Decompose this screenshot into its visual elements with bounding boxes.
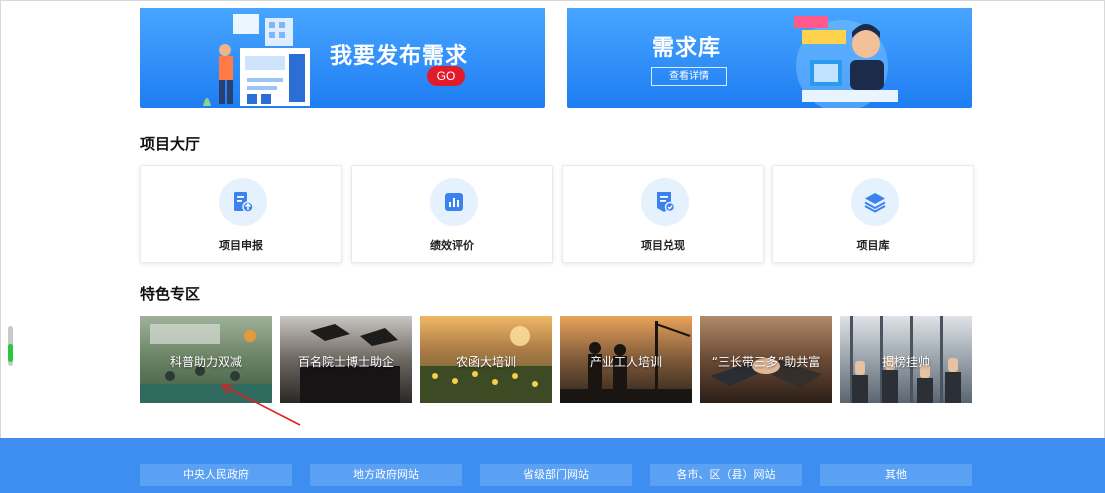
red-annotation-strokes [118, 0, 838, 4]
view-details-button[interactable]: 查看详情 [651, 67, 727, 86]
featured-zone-title: 特色专区 [140, 285, 201, 303]
featured-tile-academicians[interactable]: 百名院士博士助企 [280, 316, 412, 403]
publish-demand-banner[interactable]: 我要发布需求 GO [140, 8, 545, 108]
featured-tile-open-competition[interactable]: 揭榜挂帅 [840, 316, 972, 403]
featured-tile-common-prosperity[interactable]: “三长带三多”助共富 [700, 316, 832, 403]
footer-link-city-district[interactable]: 各市、区（县）网站 [650, 464, 802, 486]
footer-link-central-gov[interactable]: 中央人民政府 [140, 464, 292, 486]
featured-tile-workers[interactable]: 产业工人培训 [560, 316, 692, 403]
featured-tile-farming[interactable]: 农函大培训 [420, 316, 552, 403]
project-library-card[interactable]: 项目库 [772, 165, 974, 263]
featured-tile-label: 科普助力双减 [169, 355, 242, 369]
featured-tile-label: 百名院士博士助企 [297, 355, 394, 369]
bar-chart-icon [445, 193, 463, 211]
demand-library-banner[interactable]: 需求库 查看详情 [567, 8, 972, 108]
performance-evaluation-card[interactable]: 绩效评价 [351, 165, 553, 263]
layers-icon [864, 193, 886, 213]
project-library-label: 项目库 [856, 239, 890, 252]
side-scroll-handle[interactable] [8, 326, 13, 366]
check-document-icon [657, 192, 676, 213]
project-fulfilment-card[interactable]: 项目兑现 [562, 165, 764, 263]
featured-tile-label: 农函大培训 [455, 355, 516, 369]
project-hall-title: 项目大厅 [140, 135, 201, 153]
document-upload-icon [234, 192, 254, 213]
project-fulfilment-label: 项目兑现 [641, 239, 685, 252]
featured-tile-label: 揭榜挂帅 [881, 355, 930, 369]
featured-tile-science[interactable]: 科普助力双减 [140, 316, 272, 403]
footer-link-provincial-dept[interactable]: 省级部门网站 [480, 464, 632, 486]
performance-evaluation-label: 绩效评价 [430, 239, 474, 252]
footer-links-bar: 中央人民政府 地方政府网站 省级部门网站 各市、区（县）网站 其他 [0, 438, 1105, 493]
customer-service-illustration [794, 16, 898, 108]
featured-tile-label: “三长带三多”助共富 [711, 355, 821, 369]
footer-link-local-gov[interactable]: 地方政府网站 [310, 464, 462, 486]
project-apply-label: 项目申报 [219, 239, 263, 252]
featured-tile-label: 产业工人培训 [589, 355, 662, 369]
office-worker-illustration [203, 14, 310, 106]
footer-link-other[interactable]: 其他 [820, 464, 972, 486]
project-apply-card[interactable]: 项目申报 [140, 165, 342, 263]
go-button[interactable]: GO [427, 66, 465, 86]
demand-library-title: 需求库 [652, 36, 722, 61]
